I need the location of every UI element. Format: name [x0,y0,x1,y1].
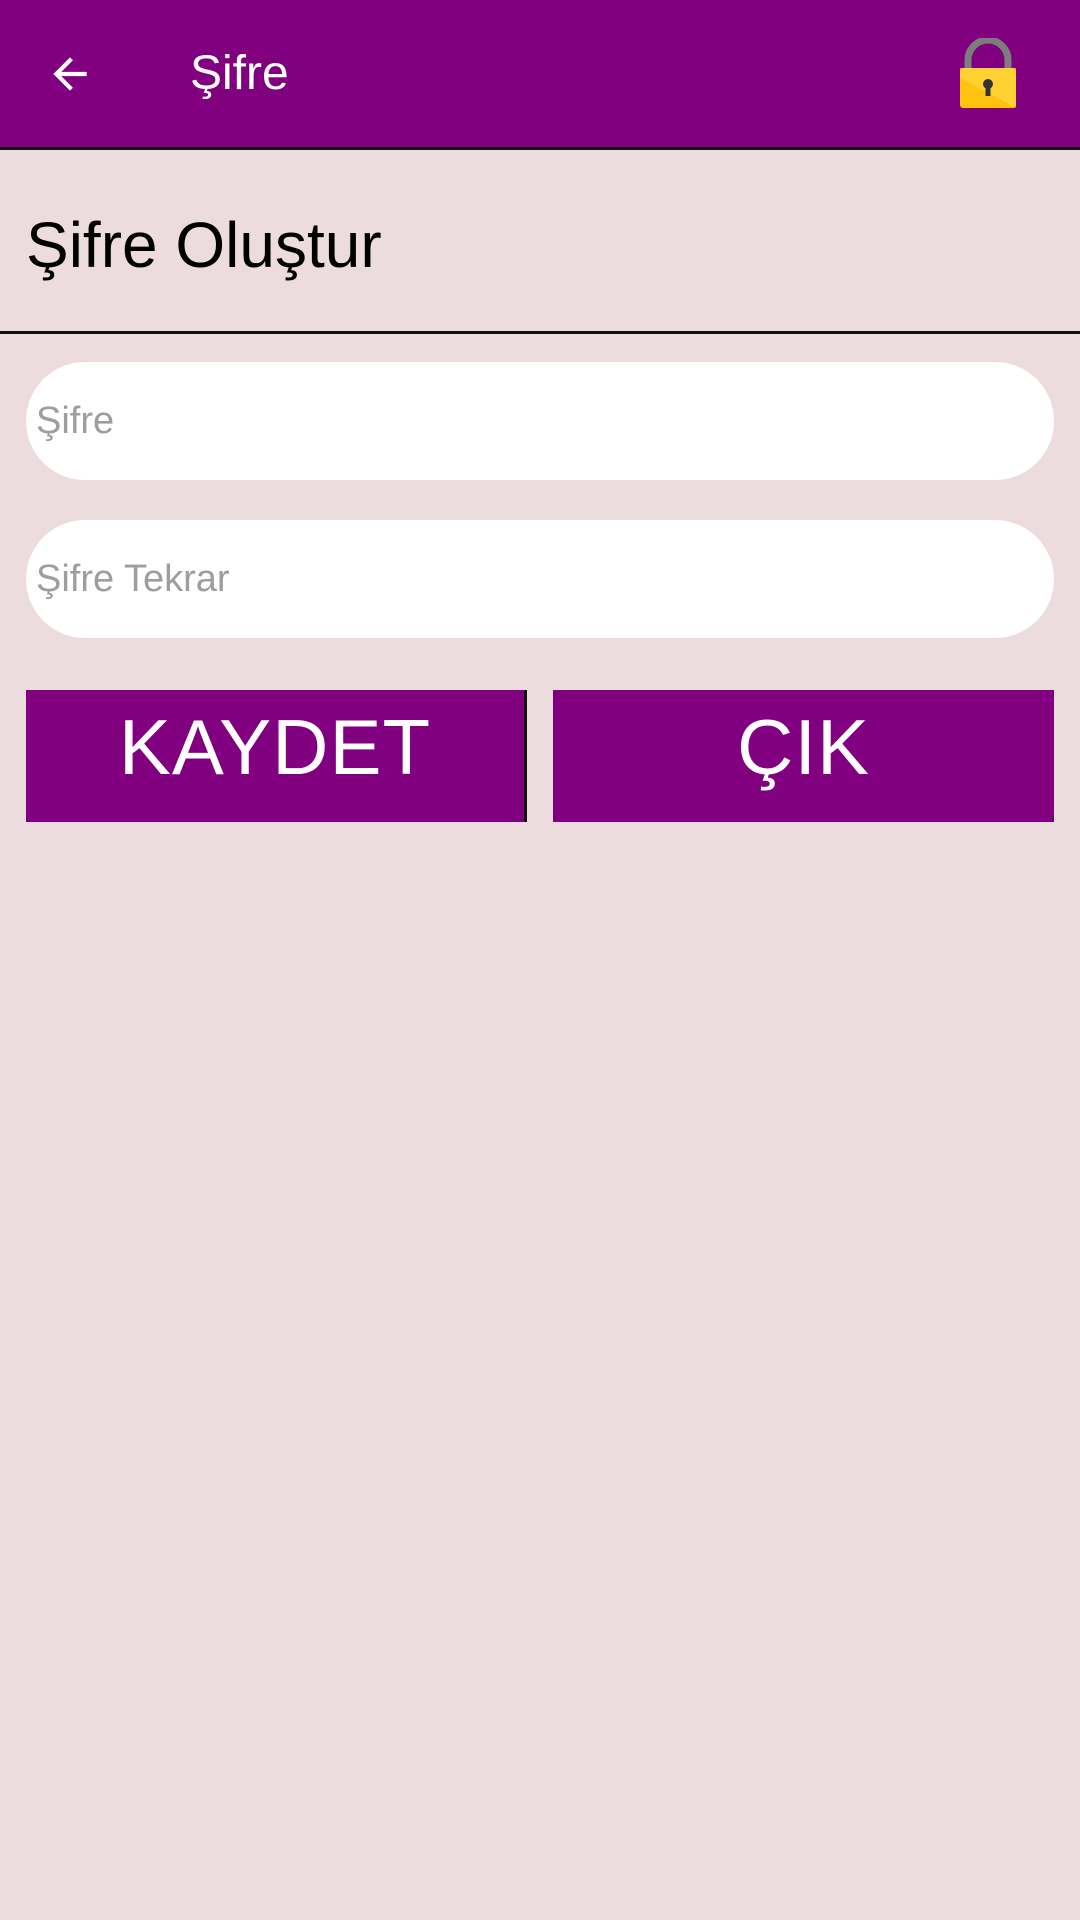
save-button-label: KAYDET [118,702,432,791]
password-input[interactable] [26,362,1054,480]
password-repeat-input[interactable] [26,520,1054,638]
lock-icon [960,36,1016,108]
divider [0,331,1080,334]
back-button[interactable] [30,34,110,114]
lock-button[interactable] [952,36,1024,112]
exit-button-label: ÇIK [736,702,871,791]
save-button[interactable]: KAYDET [26,690,527,822]
exit-button[interactable]: ÇIK [553,690,1054,822]
arrow-left-icon [53,57,87,91]
app-bar-title: Şifre [190,47,289,100]
app-bar: Şifre [0,0,1080,150]
page-title: Şifre Oluştur [26,209,382,281]
